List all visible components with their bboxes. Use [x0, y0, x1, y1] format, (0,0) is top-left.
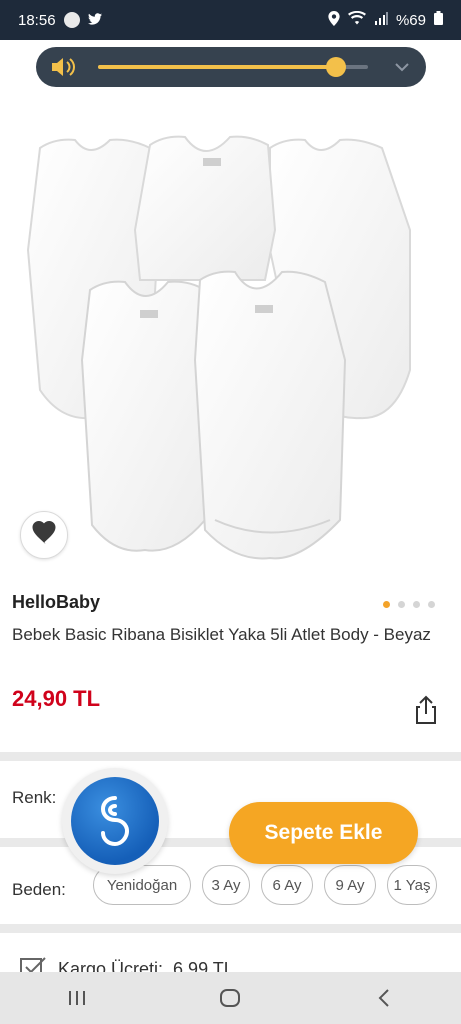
product-price: 24,90 TL: [12, 686, 101, 711]
image-pagination: [383, 601, 435, 608]
color-label: Renk:: [12, 788, 57, 807]
volume-overlay: [0, 40, 461, 100]
pagination-dot[interactable]: [383, 601, 390, 608]
wifi-icon: [347, 11, 366, 29]
signal-icon: [374, 11, 388, 29]
size-chip[interactable]: 1 Yaş: [387, 865, 437, 905]
size-label: Beden:: [12, 880, 66, 899]
onesie-front-right: [193, 270, 347, 560]
product-title: Bebek Basic Ribana Bisiklet Yaka 5li Atl…: [12, 625, 431, 644]
product-brand[interactable]: HelloBaby: [12, 592, 100, 613]
onesie-back-center: [133, 135, 277, 281]
home-button[interactable]: [210, 978, 250, 1018]
system-nav-bar: [0, 972, 461, 1024]
pagination-dot[interactable]: [428, 601, 435, 608]
size-chip[interactable]: 6 Ay: [261, 865, 313, 905]
battery-percent: %69: [395, 11, 426, 29]
speaker-icon[interactable]: [52, 57, 76, 77]
location-icon: [328, 10, 340, 30]
volume-slider-fill: [98, 65, 336, 69]
pagination-dot[interactable]: [413, 601, 420, 608]
pagination-dot[interactable]: [398, 601, 405, 608]
size-chip[interactable]: 9 Ay: [324, 865, 376, 905]
volume-slider-handle[interactable]: [325, 57, 346, 77]
battery-icon: [434, 11, 443, 29]
notification-app-icon: [63, 12, 80, 28]
status-time: 18:56: [18, 11, 56, 29]
app-logo-icon: [71, 777, 159, 865]
status-bar: 18:56 %69: [0, 0, 461, 40]
chevron-down-icon[interactable]: [394, 59, 410, 75]
volume-panel: [36, 47, 426, 87]
add-to-cart-button[interactable]: Sepete Ekle: [229, 802, 418, 864]
twitter-icon: [87, 12, 102, 28]
size-chip[interactable]: 3 Ay: [202, 865, 250, 905]
onesie-front-left: [80, 280, 217, 552]
recent-apps-button[interactable]: [57, 978, 97, 1018]
section-divider: [0, 924, 461, 933]
favorite-button[interactable]: [20, 511, 68, 559]
share-icon[interactable]: [413, 695, 439, 725]
assistant-bubble[interactable]: [62, 768, 168, 874]
section-divider: [0, 752, 461, 761]
product-image[interactable]: [0, 100, 461, 580]
size-options: Yenidoğan 3 Ay 6 Ay 9 Ay 1 Yaş: [93, 865, 437, 905]
heart-icon: [31, 521, 57, 549]
back-button[interactable]: [364, 978, 404, 1018]
